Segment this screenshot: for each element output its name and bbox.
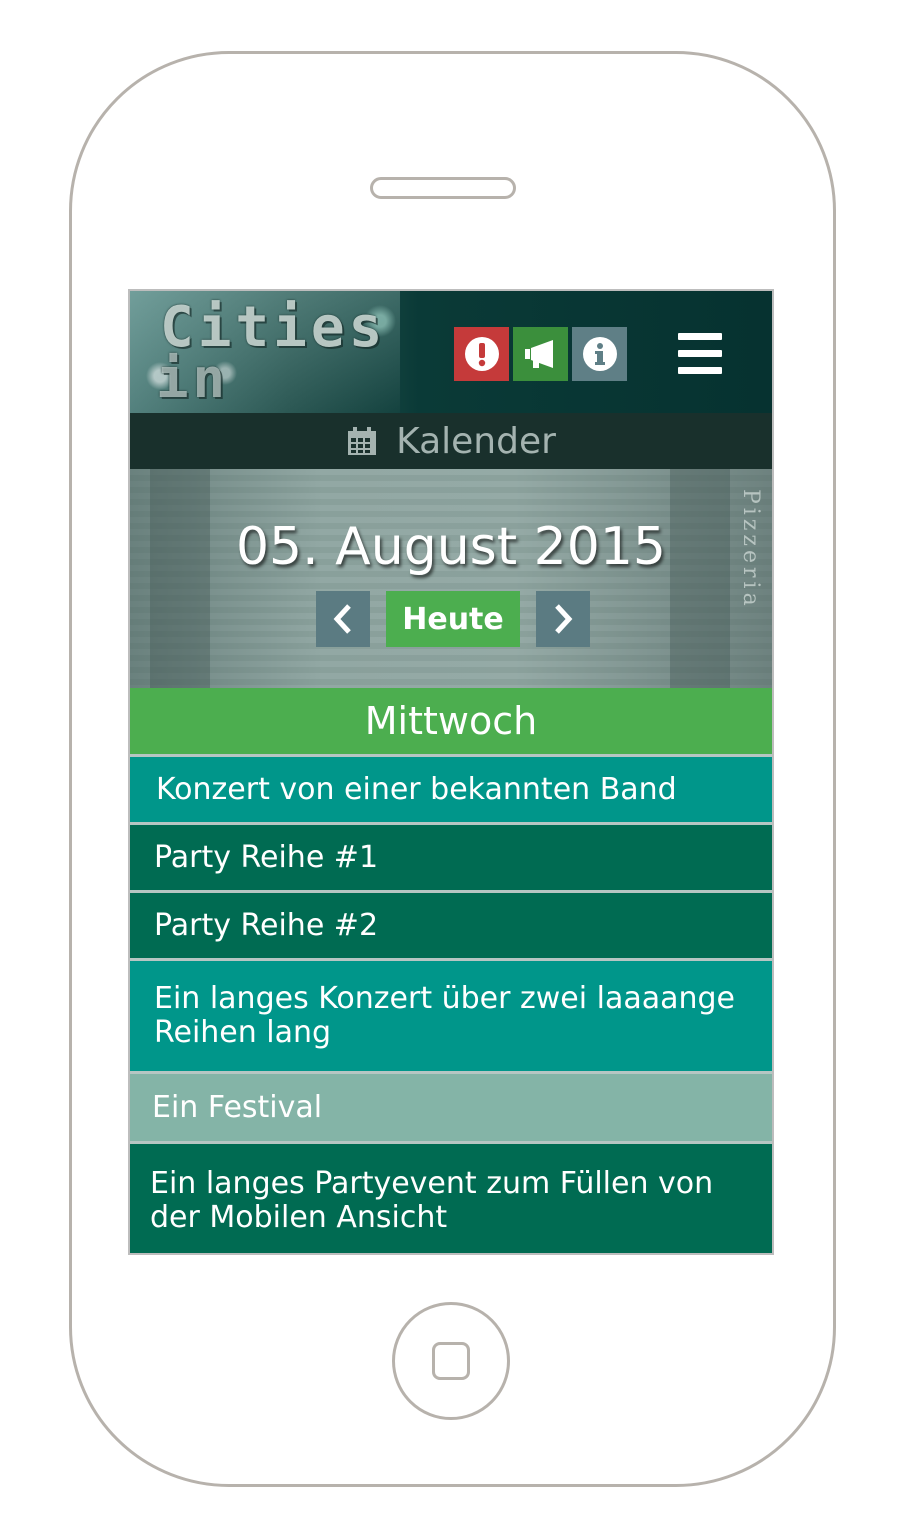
alert-button[interactable]: [454, 327, 509, 381]
background-pillar: [150, 469, 210, 688]
event-item[interactable]: Konzert von einer bekannten Band: [130, 754, 772, 822]
event-item[interactable]: Ein langes Konzert über zwei laaaange Re…: [130, 958, 772, 1071]
megaphone-icon: [524, 340, 553, 368]
background-pillar: [670, 469, 730, 688]
today-button[interactable]: Heute: [386, 591, 520, 647]
chevron-right-icon: [555, 604, 573, 634]
section-header: Kalender: [130, 413, 772, 469]
event-title: Party Reihe #1: [154, 839, 379, 875]
weekday-header: Mittwoch: [130, 688, 772, 754]
app-screen: Cities in Dust: [128, 289, 774, 1255]
info-button[interactable]: [572, 327, 627, 381]
event-item[interactable]: Party Reihe #1: [130, 822, 772, 890]
date-navigation: Pizzeria 05. August 2015 Heute: [130, 469, 772, 688]
event-item[interactable]: Ein Festival: [130, 1071, 772, 1141]
section-title: Kalender: [396, 420, 556, 462]
event-title: Ein langes Konzert über zwei laaaange Re…: [154, 981, 736, 1050]
previous-day-button[interactable]: [316, 591, 370, 647]
event-item[interactable]: Ein langes Partyevent zum Füllen von der…: [130, 1141, 772, 1253]
hamburger-menu-icon[interactable]: [678, 333, 722, 375]
chevron-left-icon: [333, 604, 351, 634]
next-day-button[interactable]: [536, 591, 590, 647]
event-title: Ein langes Partyevent zum Füllen von der…: [150, 1165, 714, 1235]
calendar-icon: [348, 427, 377, 455]
announcements-button[interactable]: [513, 327, 568, 381]
phone-home-button[interactable]: [392, 1302, 510, 1420]
exclamation-icon: [464, 337, 499, 371]
phone-speaker: [370, 177, 516, 199]
app-header: Cities in Dust: [130, 291, 772, 473]
site-logo[interactable]: Cities in Dust: [130, 291, 400, 473]
event-title: Party Reihe #2: [154, 907, 379, 943]
event-title: Ein Festival: [152, 1089, 323, 1125]
event-item[interactable]: Party Reihe #2: [130, 890, 772, 958]
home-square-icon: [432, 1342, 470, 1380]
event-title: Konzert von einer bekannten Band: [156, 771, 677, 807]
info-icon: [582, 337, 617, 371]
current-date: 05. August 2015: [235, 517, 667, 577]
